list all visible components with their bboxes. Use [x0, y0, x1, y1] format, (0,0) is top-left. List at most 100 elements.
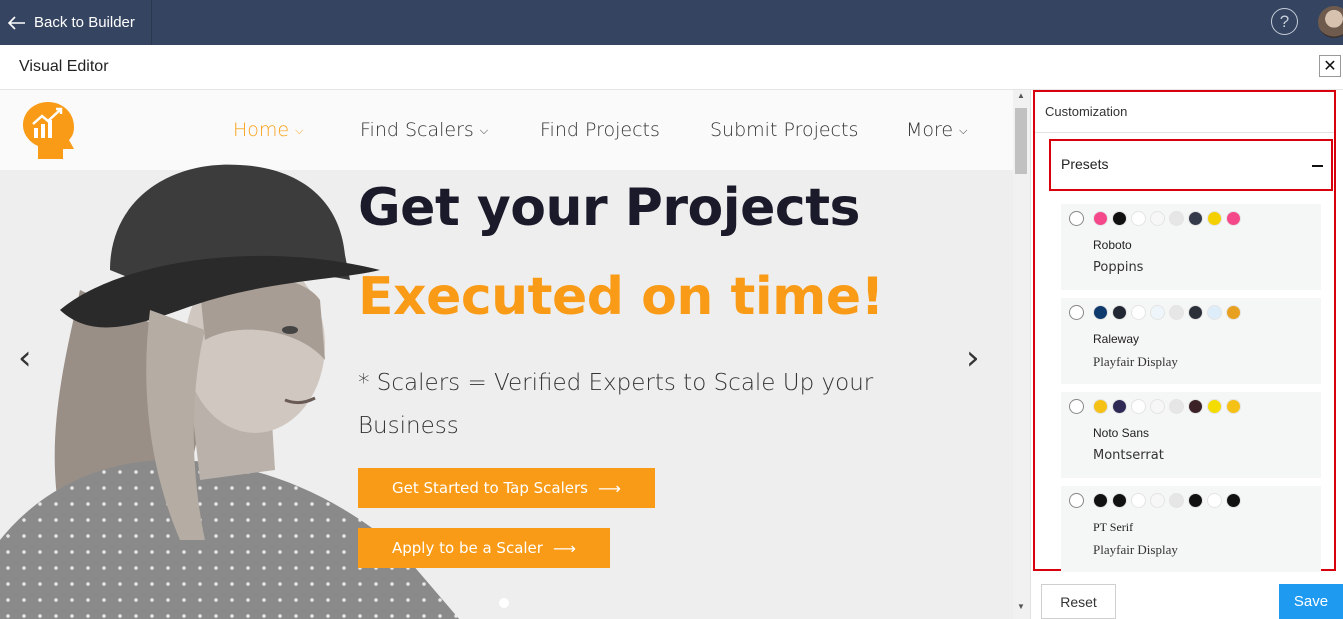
hero-heading-accent: Executed on time! — [358, 267, 884, 327]
nav-item-label: Home — [233, 119, 290, 141]
site-preview: Home ⌵ Find Scalers ⌵ Find Projects Submit… — [0, 90, 1013, 619]
preset-body-font: Playfair Display — [1093, 542, 1178, 557]
scroll-down-icon[interactable]: ▼ — [1017, 602, 1025, 611]
carousel-prev-arrow[interactable]: ‹ — [18, 338, 32, 378]
color-swatches — [1093, 399, 1245, 414]
color-swatch — [1093, 493, 1108, 508]
color-swatch — [1131, 493, 1146, 508]
top-bar: Back to Builder ? — [0, 0, 1343, 45]
logo-icon — [23, 102, 74, 159]
preset-radio[interactable] — [1069, 493, 1084, 508]
collapse-icon[interactable] — [1312, 165, 1323, 167]
scroll-up-icon[interactable]: ▲ — [1017, 91, 1025, 100]
help-icon[interactable]: ? — [1271, 8, 1298, 35]
chevron-down-icon: ⌵ — [479, 124, 489, 137]
nav-item-label: Find Scalers — [360, 119, 474, 141]
chevron-down-icon: ⌵ — [295, 124, 304, 137]
nav-item-label: More — [906, 119, 954, 141]
customization-title: Customization — [1045, 104, 1128, 119]
arrow-right-icon: ⟶ — [552, 538, 576, 558]
color-swatch — [1188, 493, 1203, 508]
carousel-dot[interactable] — [499, 598, 509, 608]
color-swatch — [1150, 305, 1165, 320]
preset-heading-font: PT Serif — [1093, 520, 1134, 534]
preset-body-font: Poppins — [1093, 260, 1144, 275]
nav-item-label: Find Projects — [540, 119, 660, 141]
get-started-button[interactable]: Get Started to Tap Scalers ⟶ — [358, 468, 655, 508]
color-swatch — [1131, 211, 1146, 226]
color-swatch — [1093, 399, 1108, 414]
hero-heading: Get your Projects — [358, 178, 861, 238]
color-swatch — [1131, 305, 1146, 320]
color-swatches — [1093, 211, 1245, 226]
preset-body-font: Montserrat — [1093, 448, 1164, 463]
preset-card[interactable]: PT Serif Playfair Display — [1061, 486, 1321, 572]
scroll-thumb[interactable] — [1015, 108, 1027, 174]
color-swatch — [1226, 493, 1241, 508]
close-icon[interactable]: ✕ — [1319, 55, 1341, 77]
reset-button[interactable]: Reset — [1041, 584, 1116, 619]
color-swatch — [1207, 399, 1222, 414]
page-title: Visual Editor — [19, 58, 109, 75]
preset-heading-font: Raleway — [1093, 332, 1140, 346]
back-to-builder-label: Back to Builder — [34, 14, 135, 31]
apply-scaler-button[interactable]: Apply to be a Scaler ⟶ — [358, 528, 610, 568]
customization-box: Customization Presets Roboto Poppins Ralew… — [1033, 90, 1336, 572]
preset-card[interactable]: Noto Sans Montserrat — [1061, 392, 1321, 478]
cta-label: Get Started to Tap Scalers — [392, 479, 588, 497]
nav-item-home[interactable]: Home ⌵ — [233, 119, 303, 141]
color-swatch — [1150, 493, 1165, 508]
editor-header: Visual Editor — [0, 45, 1343, 90]
color-swatch — [1093, 305, 1108, 320]
color-swatch — [1169, 305, 1184, 320]
color-swatch — [1150, 211, 1165, 226]
color-swatch — [1207, 305, 1222, 320]
color-swatch — [1207, 493, 1222, 508]
preset-card[interactable]: Roboto Poppins — [1061, 204, 1321, 290]
color-swatch — [1188, 211, 1203, 226]
arrow-right-icon: ⟶ — [598, 478, 621, 498]
color-swatch — [1112, 211, 1127, 226]
nav-item-find-projects[interactable]: Find Projects — [540, 119, 660, 141]
back-to-builder-button[interactable]: Back to Builder — [0, 0, 152, 45]
customization-panel: Customization Presets Roboto Poppins Ralew… — [1030, 90, 1343, 619]
preset-heading-font: Noto Sans — [1093, 426, 1150, 440]
color-swatch — [1207, 211, 1222, 226]
nav-item-find-scalers[interactable]: Find Scalers ⌵ — [360, 119, 488, 141]
color-swatch — [1169, 211, 1184, 226]
preset-body-font: Playfair Display — [1093, 354, 1178, 369]
color-swatch — [1188, 399, 1203, 414]
presets-label: Presets — [1061, 156, 1109, 172]
color-swatch — [1112, 493, 1127, 508]
preview-scrollbar[interactable]: ▲ ▼ — [1013, 90, 1030, 619]
nav-item-submit-projects[interactable]: Submit Projects — [710, 119, 858, 141]
hero-subtext: * Scalers = Verified Experts to Scale Up… — [358, 370, 874, 439]
color-swatch — [1169, 493, 1184, 508]
save-button[interactable]: Save — [1279, 584, 1343, 619]
color-swatch — [1093, 211, 1108, 226]
arrow-left-icon — [8, 15, 25, 30]
chevron-down-icon: ⌵ — [959, 124, 968, 137]
color-swatch — [1150, 399, 1165, 414]
color-swatch — [1112, 399, 1127, 414]
avatar[interactable] — [1318, 6, 1343, 38]
color-swatch — [1226, 399, 1241, 414]
color-swatch — [1131, 399, 1146, 414]
carousel-next-arrow[interactable]: › — [966, 338, 980, 378]
preset-card[interactable]: Raleway Playfair Display — [1061, 298, 1321, 384]
color-swatch — [1169, 399, 1184, 414]
presets-accordion-header[interactable]: Presets — [1049, 139, 1333, 191]
divider — [1035, 132, 1334, 133]
preset-radio[interactable] — [1069, 211, 1084, 226]
color-swatches — [1093, 305, 1245, 320]
color-swatch — [1226, 305, 1241, 320]
nav-item-more[interactable]: More ⌵ — [906, 119, 967, 141]
color-swatches — [1093, 493, 1245, 508]
color-swatch — [1112, 305, 1127, 320]
color-swatch — [1188, 305, 1203, 320]
cta-label: Apply to be a Scaler — [392, 539, 543, 557]
site-nav: Home ⌵ Find Scalers ⌵ Find Projects Submit… — [0, 90, 1013, 170]
nav-item-label: Submit Projects — [710, 119, 859, 141]
preset-radio[interactable] — [1069, 305, 1084, 320]
preset-radio[interactable] — [1069, 399, 1084, 414]
